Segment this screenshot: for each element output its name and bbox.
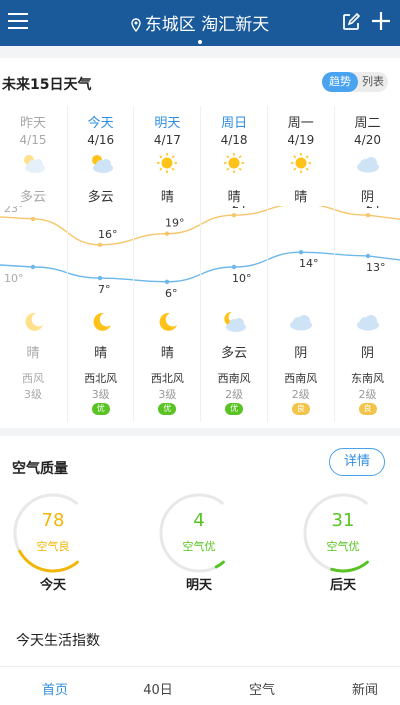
wind-level: 2级 — [335, 386, 400, 402]
cloud-icon — [354, 152, 382, 174]
aqi-label: 空气良 — [8, 538, 98, 554]
aqi-day: 明天 — [154, 574, 244, 593]
night-condition: 阴 — [268, 342, 334, 361]
wind-direction: 东南风 — [335, 370, 400, 386]
day-date: 4/17 — [134, 133, 200, 147]
day-condition: 晴 — [201, 186, 267, 205]
gauge-track — [161, 495, 223, 571]
aqi-label: 空气优 — [298, 538, 388, 554]
day-name: 今天 — [68, 112, 134, 131]
forecast-day-column[interactable]: 周一 4/19 晴阴西南风2级良 — [267, 106, 334, 422]
forecast-day-column[interactable]: 周二4/20阴阴东南风2级良 — [334, 106, 400, 422]
aqi-badge: 优 — [225, 403, 243, 415]
gauge-fill — [332, 562, 368, 571]
edit-icon[interactable] — [341, 12, 361, 32]
view-toggle[interactable]: 趋势 列表 — [322, 72, 388, 92]
aqi-badge: 优 — [92, 403, 110, 415]
life-index-panel: 今天生活指数 — [0, 618, 400, 666]
forecast-panel: 未来15日天气 趋势 列表 23°16°19°24°27°24°10°7°6°1… — [0, 58, 400, 428]
bottom-nav: 首页 40日 空气 新闻 — [0, 666, 400, 705]
aqi-day: 今天 — [8, 574, 98, 593]
wind-direction: 西北风 — [68, 370, 134, 386]
forecast-title: 未来15日天气 — [2, 74, 91, 94]
top-bar: 东城区 淘汇新天 — [0, 0, 400, 46]
day-name: 周一 — [268, 112, 334, 131]
forecast-day-column[interactable]: 周日 4/18 晴多云西南风2级优 — [200, 106, 267, 422]
location-label: 东城区 淘汇新天 — [145, 15, 269, 35]
night-condition: 晴 — [134, 342, 200, 361]
aqi-day: 后天 — [298, 574, 388, 593]
air-quality-title: 空气质量 — [12, 458, 68, 478]
aqi-gauge[interactable]: 78空气良今天 — [8, 488, 98, 578]
wind-level: 2级 — [268, 386, 334, 402]
wind-level: 3级 — [134, 386, 200, 402]
forecast-day-column[interactable]: 今天 4/16 多云晴西北风3级优 — [67, 106, 134, 422]
aqi-value: 31 — [298, 510, 388, 531]
day-name: 周二 — [335, 112, 400, 131]
nav-air[interactable]: 空气 — [212, 679, 312, 698]
aqi-gauge[interactable]: 4空气优明天 — [154, 488, 244, 578]
day-date: 4/18 — [201, 133, 267, 147]
aqi-value: 78 — [8, 510, 98, 531]
day-name: 明天 — [134, 112, 200, 131]
forecast-day-column[interactable]: 昨天 4/15 多云晴西风3级 — [0, 106, 66, 422]
day-condition: 晴 — [268, 186, 334, 205]
detail-button[interactable]: 详情 — [329, 448, 385, 476]
moon-icon — [87, 310, 115, 334]
moon-icon — [153, 310, 181, 334]
air-quality-panel: 空气质量 详情 78 空气良今天 4 空气优明天 31 空气优后天 — [0, 436, 400, 626]
day-name: 昨天 — [0, 112, 66, 131]
sun-icon — [287, 152, 315, 174]
wind-level: 3级 — [0, 386, 66, 402]
location-pin-icon — [131, 18, 141, 32]
location-title[interactable]: 东城区 淘汇新天 — [0, 10, 400, 35]
day-date: 4/19 — [268, 133, 334, 147]
day-date: 4/20 — [335, 133, 400, 147]
aqi-badge: 良 — [292, 403, 310, 415]
night-condition: 多云 — [201, 342, 267, 361]
night-condition: 阴 — [335, 342, 400, 361]
moon-icon — [19, 310, 47, 334]
day-condition: 阴 — [335, 186, 400, 205]
cloud-icon — [287, 310, 315, 334]
life-index-title: 今天生活指数 — [16, 630, 100, 650]
gauge-track — [305, 495, 367, 571]
cloud-sun-icon — [19, 152, 47, 174]
wind-direction: 西南风 — [268, 370, 334, 386]
wind-level: 3级 — [68, 386, 134, 402]
night-condition: 晴 — [0, 342, 66, 361]
toggle-list[interactable]: 列表 — [359, 72, 387, 92]
day-date: 4/16 — [68, 133, 134, 147]
cloud-icon — [354, 310, 382, 334]
night-condition: 晴 — [68, 342, 134, 361]
aqi-value: 4 — [154, 510, 244, 531]
wind-direction: 西风 — [0, 370, 66, 386]
aqi-badge: 良 — [359, 403, 377, 415]
gauge-fill — [20, 551, 78, 571]
aqi-label: 空气优 — [154, 538, 244, 554]
nav-news[interactable]: 新闻 — [315, 679, 400, 698]
cloud-moon-icon — [220, 310, 248, 334]
nav-40day[interactable]: 40日 — [108, 679, 208, 698]
wind-direction: 西南风 — [201, 370, 267, 386]
add-city-icon[interactable] — [370, 10, 392, 32]
aqi-badge: 优 — [158, 403, 176, 415]
toggle-trend[interactable]: 趋势 — [322, 72, 358, 92]
day-condition: 晴 — [134, 186, 200, 205]
gauge-fill — [216, 562, 223, 567]
nav-home[interactable]: 首页 — [5, 679, 105, 698]
day-condition: 多云 — [68, 186, 134, 205]
sun-icon — [153, 152, 181, 174]
forecast-day-column[interactable]: 明天4/17晴晴西北风3级优 — [133, 106, 200, 422]
wind-level: 2级 — [201, 386, 267, 402]
day-date: 4/15 — [0, 133, 66, 147]
day-condition: 多云 — [0, 186, 66, 205]
day-name: 周日 — [201, 112, 267, 131]
page-indicator-dot — [198, 40, 202, 44]
sun-icon — [220, 152, 248, 174]
wind-direction: 西北风 — [134, 370, 200, 386]
aqi-gauge[interactable]: 31空气优后天 — [298, 488, 388, 578]
cloud-sun-icon — [87, 152, 115, 174]
